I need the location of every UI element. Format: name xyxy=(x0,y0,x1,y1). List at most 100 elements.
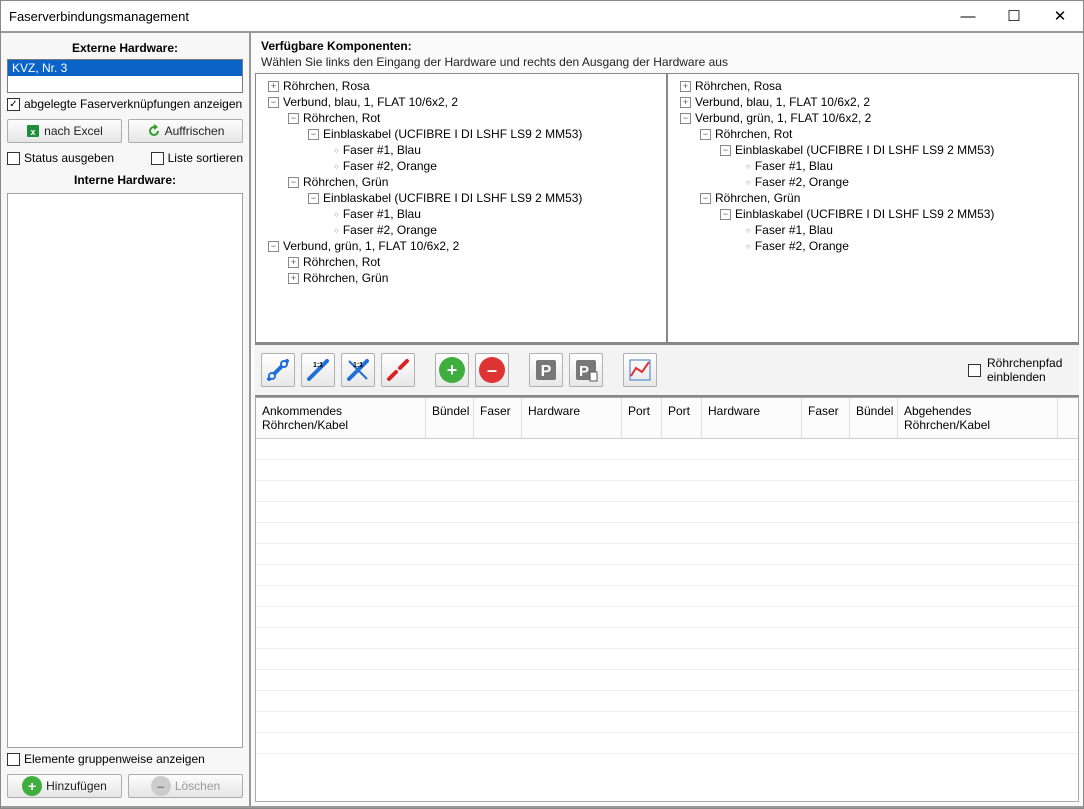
maximize-button[interactable]: ☐ xyxy=(991,1,1037,31)
grid-column-header[interactable]: Port xyxy=(662,398,702,438)
expand-toggle[interactable]: + xyxy=(268,81,279,92)
expand-toggle[interactable]: + xyxy=(680,97,691,108)
expand-toggle[interactable]: − xyxy=(268,97,279,108)
tree-node[interactable]: −Einblaskabel (UCFIBRE I DI LSHF LS9 2 M… xyxy=(720,142,1076,158)
expand-toggle[interactable]: − xyxy=(720,145,731,156)
loeschen-button[interactable]: – Löschen xyxy=(128,774,243,798)
grid-header: Ankommendes Röhrchen/KabelBündelFaserHar… xyxy=(256,398,1078,439)
grid-row xyxy=(256,481,1078,502)
grid-column-header[interactable]: Ankommendes Röhrchen/Kabel xyxy=(256,398,426,438)
expand-toggle[interactable]: − xyxy=(680,113,691,124)
expand-toggle[interactable]: + xyxy=(288,273,299,284)
abgelegte-checkbox[interactable]: ✓ abgelegte Faserverknüpfungen anzeigen xyxy=(7,97,243,111)
tree-node[interactable]: + Röhrchen, Grün xyxy=(288,270,664,286)
gruppenweise-checkbox[interactable]: Elemente gruppenweise anzeigen xyxy=(7,752,243,766)
tree-node[interactable]: −Röhrchen, Grün xyxy=(288,174,664,190)
expand-toggle[interactable]: − xyxy=(700,193,711,204)
expand-toggle[interactable]: − xyxy=(308,193,319,204)
park-edit-button[interactable]: P xyxy=(569,353,603,387)
park-button[interactable]: P xyxy=(529,353,563,387)
grid-column-header[interactable]: Port xyxy=(622,398,662,438)
nach-excel-button[interactable]: x nach Excel xyxy=(7,119,122,143)
tree-node[interactable]: −Verbund, grün, 1, FLAT 10/6x2, 2 xyxy=(680,110,1076,126)
grid-row xyxy=(256,649,1078,670)
remove-button[interactable]: – xyxy=(475,353,509,387)
minimize-button[interactable]: — xyxy=(945,1,991,31)
svg-text:1:1: 1:1 xyxy=(353,362,363,369)
window-title: Faserverbindungsmanagement xyxy=(9,9,945,24)
tree-node-label: Röhrchen, Grün xyxy=(303,271,388,285)
titlebar: Faserverbindungsmanagement — ☐ ✕ xyxy=(1,1,1083,31)
tree-node[interactable]: Faser #2, Orange xyxy=(332,222,664,238)
tree-node[interactable]: Faser #2, Orange xyxy=(332,158,664,174)
tree-node[interactable]: Faser #2, Orange xyxy=(744,238,1076,254)
expand-toggle[interactable]: − xyxy=(288,177,299,188)
tree-node[interactable]: −Verbund, blau, 1, FLAT 10/6x2, 2 xyxy=(268,94,664,110)
tree-node[interactable]: −Einblaskabel (UCFIBRE I DI LSHF LS9 2 M… xyxy=(308,126,664,142)
grid-column-header[interactable]: Faser xyxy=(802,398,850,438)
tree-node-label: Röhrchen, Grün xyxy=(303,175,388,189)
tree-node[interactable]: Faser #1, Blau xyxy=(332,206,664,222)
grid-column-header[interactable]: Bündel xyxy=(850,398,898,438)
splice-1-1-button[interactable]: 1:1 xyxy=(301,353,335,387)
svg-text:1:1: 1:1 xyxy=(313,362,323,369)
disconnect-button[interactable] xyxy=(381,353,415,387)
expand-toggle[interactable]: − xyxy=(700,129,711,140)
grid-column-header[interactable]: Faser xyxy=(474,398,522,438)
outgoing-tree[interactable]: +Röhrchen, Rosa+Verbund, blau, 1, FLAT 1… xyxy=(666,74,1078,342)
connection-toolbar: 1:1 1:1 + – P P Röhrchenpfad einblenden xyxy=(255,343,1079,397)
hinzufuegen-button[interactable]: + Hinzufügen xyxy=(7,774,122,798)
tree-node[interactable]: Faser #1, Blau xyxy=(332,142,664,158)
close-button[interactable]: ✕ xyxy=(1037,1,1083,31)
diagram-button[interactable] xyxy=(623,353,657,387)
tree-node-label: Verbund, blau, 1, FLAT 10/6x2, 2 xyxy=(695,95,870,109)
tree-node[interactable]: Faser #2, Orange xyxy=(744,174,1076,190)
minus-icon: – xyxy=(151,776,171,796)
right-panel: Verfügbare Komponenten: Wählen Sie links… xyxy=(251,33,1083,806)
expand-toggle[interactable]: − xyxy=(308,129,319,140)
grid-column-header[interactable]: Hardware xyxy=(522,398,622,438)
tree-node-label: Faser #2, Orange xyxy=(343,159,437,173)
roehrchenpfad-checkbox[interactable]: Röhrchenpfad einblenden xyxy=(968,356,1073,384)
grid-column-header[interactable]: Hardware xyxy=(702,398,802,438)
tree-node-label: Faser #2, Orange xyxy=(755,175,849,189)
expand-toggle[interactable]: + xyxy=(680,81,691,92)
tree-node[interactable]: Faser #1, Blau xyxy=(744,158,1076,174)
externe-hardware-item[interactable]: KVZ, Nr. 3 xyxy=(8,60,242,76)
status-checkbox[interactable]: Status ausgeben xyxy=(7,151,114,165)
expand-toggle[interactable]: − xyxy=(720,209,731,220)
tree-node[interactable]: −Röhrchen, Rot xyxy=(288,110,664,126)
grid-column-header[interactable]: Bündel xyxy=(426,398,474,438)
tree-node[interactable]: + Verbund, blau, 1, FLAT 10/6x2, 2 xyxy=(680,94,1076,110)
tree-node[interactable]: −Röhrchen, Rot xyxy=(700,126,1076,142)
components-trees: +Röhrchen, Rosa−Verbund, blau, 1, FLAT 1… xyxy=(255,73,1079,343)
grid-column-header[interactable]: Abgehendes Röhrchen/Kabel xyxy=(898,398,1058,438)
splice-button[interactable] xyxy=(261,353,295,387)
tree-node[interactable]: Faser #1, Blau xyxy=(744,222,1076,238)
tree-node[interactable]: −Röhrchen, Grün xyxy=(700,190,1076,206)
grid-row xyxy=(256,544,1078,565)
interne-hardware-tree[interactable] xyxy=(7,193,243,748)
add-button[interactable]: + xyxy=(435,353,469,387)
expand-toggle[interactable]: − xyxy=(268,241,279,252)
connections-grid[interactable]: Ankommendes Röhrchen/KabelBündelFaserHar… xyxy=(255,397,1079,802)
incoming-tree[interactable]: +Röhrchen, Rosa−Verbund, blau, 1, FLAT 1… xyxy=(256,74,666,342)
tree-node[interactable]: +Röhrchen, Rot xyxy=(288,254,664,270)
expand-toggle[interactable]: + xyxy=(288,257,299,268)
tree-node[interactable]: −Verbund, grün, 1, FLAT 10/6x2, 2 xyxy=(268,238,664,254)
tree-node-label: Verbund, grün, 1, FLAT 10/6x2, 2 xyxy=(283,239,459,253)
tree-node[interactable]: −Einblaskabel (UCFIBRE I DI LSHF LS9 2 M… xyxy=(308,190,664,206)
sortieren-checkbox[interactable]: Liste sortieren xyxy=(151,151,243,165)
components-subheader: Wählen Sie links den Eingang der Hardwar… xyxy=(255,55,1079,73)
auffrischen-button[interactable]: Auffrischen xyxy=(128,119,243,143)
grid-row xyxy=(256,628,1078,649)
expand-toggle[interactable]: − xyxy=(288,113,299,124)
externe-hardware-list[interactable]: KVZ, Nr. 3 xyxy=(7,59,243,93)
check-icon xyxy=(7,152,20,165)
tree-node[interactable]: +Röhrchen, Rosa xyxy=(680,78,1076,94)
check-icon xyxy=(968,364,981,377)
tree-node[interactable]: +Röhrchen, Rosa xyxy=(268,78,664,94)
tree-node-label: Faser #1, Blau xyxy=(755,159,833,173)
splice-cross-button[interactable]: 1:1 xyxy=(341,353,375,387)
tree-node[interactable]: −Einblaskabel (UCFIBRE I DI LSHF LS9 2 M… xyxy=(720,206,1076,222)
